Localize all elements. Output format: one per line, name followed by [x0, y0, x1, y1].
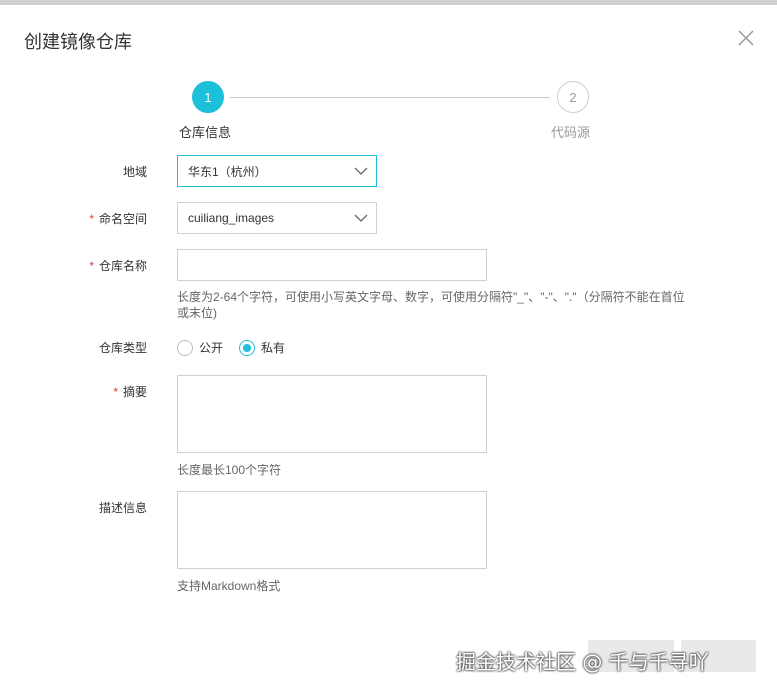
repo-name-label: * 仓库名称 — [89, 259, 147, 273]
step-1-circle: 1 — [192, 81, 224, 113]
namespace-label: * 命名空间 — [89, 212, 147, 226]
region-select[interactable]: 华东1（杭州） — [177, 155, 377, 187]
radio-public-label[interactable]: 公开 — [199, 339, 223, 356]
required-mark: * — [89, 212, 94, 226]
repo-name-hint: 长度为2-64个字符，可使用小写英文字母、数字，可使用分隔符"_"、"-"、".… — [177, 290, 685, 320]
summary-label: * 摘要 — [113, 385, 147, 399]
region-value: 华东1（杭州） — [188, 164, 267, 179]
required-mark: * — [89, 259, 94, 273]
step-2-label: 代码源 — [551, 125, 591, 140]
summary-hint: 长度最长100个字符 — [177, 463, 282, 477]
repo-name-input[interactable] — [177, 249, 487, 281]
radio-public[interactable] — [177, 339, 193, 356]
radio-private[interactable] — [239, 339, 256, 356]
chevron-down-icon — [354, 167, 368, 175]
watermark: 掘金技术社区 @ 千与千寻吖 — [456, 650, 709, 674]
close-icon[interactable] — [736, 28, 756, 48]
region-label: 地域 — [122, 165, 147, 179]
repo-type-label: 仓库类型 — [98, 341, 147, 355]
description-label: 描述信息 — [98, 501, 147, 515]
description-textarea[interactable] — [177, 491, 487, 569]
required-mark: * — [113, 385, 118, 399]
dialog-title: 创建镜像仓库 — [24, 32, 132, 52]
step-1-label: 仓库信息 — [179, 125, 232, 140]
repo-type-radio-group: 公开 私有 — [177, 339, 301, 356]
step-connector — [230, 97, 550, 98]
description-hint: 支持Markdown格式 — [177, 579, 281, 593]
top-bar — [0, 0, 777, 5]
radio-private-label[interactable]: 私有 — [261, 339, 285, 356]
namespace-value: cuiliang_images — [188, 211, 275, 225]
step-2-circle: 2 — [557, 81, 589, 113]
chevron-down-icon — [354, 214, 368, 222]
summary-textarea[interactable] — [177, 375, 487, 453]
namespace-select[interactable]: cuiliang_images — [177, 202, 377, 234]
